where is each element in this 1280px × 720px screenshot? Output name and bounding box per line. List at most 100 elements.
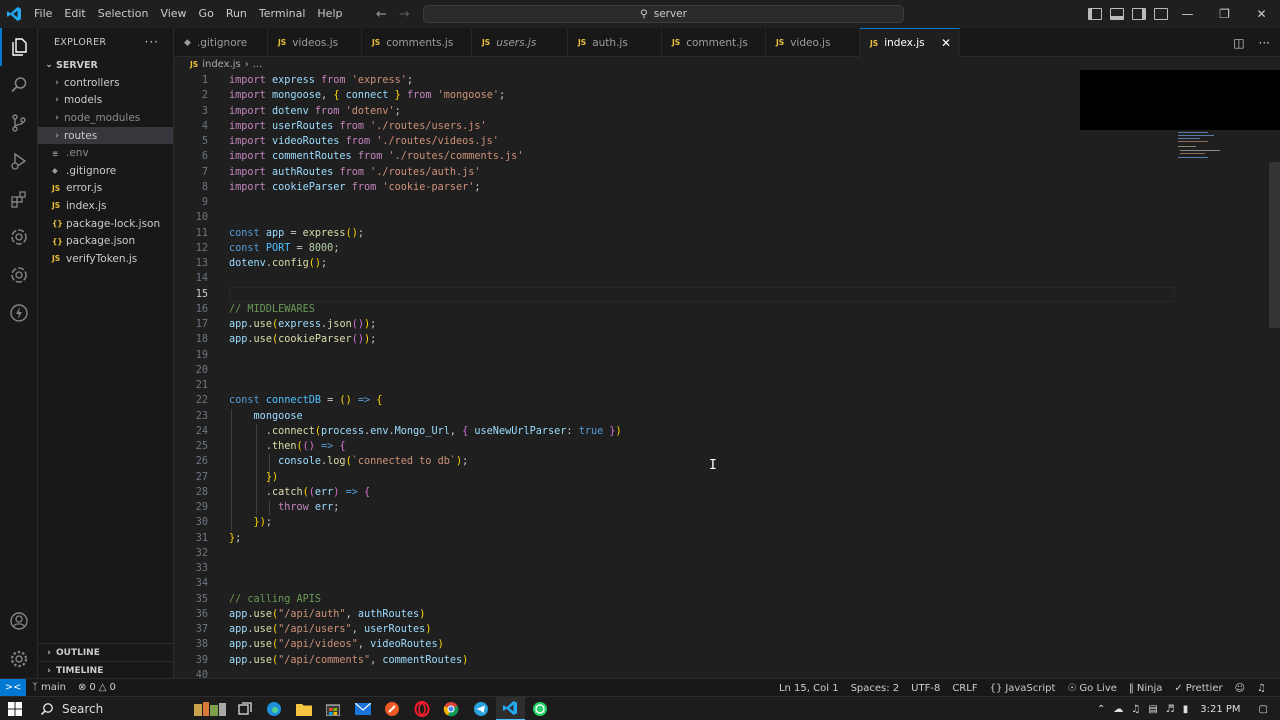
- tree-file-env[interactable]: ≡ .env: [38, 144, 173, 162]
- code-line[interactable]: 15: [174, 287, 1174, 302]
- cursor-position[interactable]: Ln 15, Col 1: [773, 683, 845, 694]
- code-line[interactable]: 29 throw err;: [174, 500, 1174, 515]
- thunder-client-icon[interactable]: [0, 294, 38, 332]
- tree-folder-controllers[interactable]: › controllers: [38, 74, 173, 92]
- breadcrumb-trail[interactable]: ...: [253, 59, 263, 70]
- remote-indicator-icon[interactable]: ><: [0, 678, 26, 697]
- code-line[interactable]: 7 import authRoutes from './routes/auth.j…: [174, 165, 1174, 180]
- code-line[interactable]: 27 }): [174, 470, 1174, 485]
- notification-center-icon[interactable]: ▢: [1259, 704, 1268, 715]
- tab-comment-js[interactable]: JS comment.js: [662, 28, 766, 57]
- search-icon[interactable]: [0, 66, 38, 104]
- customize-layout-icon[interactable]: [1154, 8, 1168, 20]
- tab-index-js[interactable]: JS index.js ✕: [860, 28, 960, 57]
- code-line[interactable]: 34: [174, 576, 1174, 591]
- toggle-sidebar-icon[interactable]: [1088, 8, 1102, 20]
- menu-item-view[interactable]: View: [154, 0, 192, 28]
- chrome-browser-icon[interactable]: [437, 697, 467, 720]
- code-line[interactable]: 4 import userRoutes from './routes/users.…: [174, 119, 1174, 134]
- code-line[interactable]: 2 import mongoose, { connect } from 'mong…: [174, 88, 1174, 103]
- code-line[interactable]: 12 const PORT = 8000;: [174, 241, 1174, 256]
- menu-item-file[interactable]: File: [28, 0, 58, 28]
- task-view-icon[interactable]: [230, 697, 260, 720]
- menu-item-edit[interactable]: Edit: [58, 0, 91, 28]
- forward-arrow-icon[interactable]: →: [399, 7, 410, 22]
- code-line[interactable]: 6 import commentRoutes from './routes/com…: [174, 149, 1174, 164]
- code-line[interactable]: 16 // MIDDLEWARES: [174, 302, 1174, 317]
- outline-section[interactable]: › OUTLINE: [38, 643, 174, 661]
- code-line[interactable]: 13 dotenv.config();: [174, 256, 1174, 271]
- code-line[interactable]: 30 });: [174, 515, 1174, 530]
- account-icon[interactable]: [0, 602, 38, 640]
- editor-scrollbar[interactable]: [1269, 162, 1280, 328]
- code-line[interactable]: 31};: [174, 531, 1174, 546]
- code-line[interactable]: 23 mongoose: [174, 409, 1174, 424]
- tree-file-package-lock-json[interactable]: {} package-lock.json: [38, 215, 173, 233]
- code-line[interactable]: 24 .connect(process.env.Mongo_Url, { use…: [174, 424, 1174, 439]
- code-line[interactable]: 11 const app = express();: [174, 226, 1174, 241]
- explorer-icon[interactable]: [0, 28, 38, 66]
- toggle-secondary-sidebar-icon[interactable]: [1132, 8, 1146, 20]
- tab-close-icon[interactable]: ✕: [941, 36, 951, 50]
- split-editor-icon[interactable]: ◫: [1233, 36, 1244, 50]
- code-line[interactable]: 32: [174, 546, 1174, 561]
- ninja-indicator[interactable]: ‖ Ninja: [1123, 683, 1169, 694]
- problems-indicator[interactable]: ⊗ 0 △ 0: [72, 682, 122, 693]
- opera-browser-icon[interactable]: [407, 697, 437, 720]
- code-line[interactable]: 36 app.use("/api/auth", authRoutes): [174, 607, 1174, 622]
- code-line[interactable]: 28 .catch((err) => {: [174, 485, 1174, 500]
- code-line[interactable]: 38 app.use("/api/videos", videoRoutes): [174, 637, 1174, 652]
- menu-item-run[interactable]: Run: [220, 0, 253, 28]
- tree-folder-routes[interactable]: › routes: [38, 126, 173, 145]
- close-window-icon[interactable]: ✕: [1243, 0, 1280, 28]
- code-line[interactable]: 21: [174, 378, 1174, 393]
- code-line[interactable]: 20: [174, 363, 1174, 378]
- run-debug-icon[interactable]: [0, 142, 38, 180]
- mail-icon[interactable]: [348, 697, 378, 720]
- telegram-icon[interactable]: [466, 697, 496, 720]
- chevron-up-icon[interactable]: ⌃: [1097, 704, 1105, 715]
- tree-file-verifytoken-js[interactable]: JS verifyToken.js: [38, 250, 173, 268]
- source-control-icon[interactable]: [0, 104, 38, 142]
- code-line[interactable]: 37 app.use("/api/users", userRoutes): [174, 622, 1174, 637]
- tree-file-gitignore[interactable]: ◆ .gitignore: [38, 162, 173, 180]
- taskbar-search[interactable]: Search: [30, 698, 190, 720]
- ms-store-icon[interactable]: [319, 697, 349, 720]
- menu-item-terminal[interactable]: Terminal: [253, 0, 312, 28]
- windows-start-icon[interactable]: [0, 697, 30, 720]
- code-line[interactable]: 25 .then(() => {: [174, 439, 1174, 454]
- code-line[interactable]: 22 const connectDB = () => {: [174, 393, 1174, 408]
- taskbar-clock[interactable]: 3:21 PM: [1200, 704, 1240, 715]
- code-editor[interactable]: 1 import express from 'express'; 2 import m…: [174, 72, 1280, 678]
- menu-item-go[interactable]: Go: [193, 0, 220, 28]
- notifications-bell-icon[interactable]: ♫: [1251, 683, 1272, 694]
- code-line[interactable]: 26 console.log(`connected to db`);: [174, 454, 1174, 469]
- tree-folder-models[interactable]: › models: [38, 92, 173, 110]
- toggle-panel-icon[interactable]: [1110, 8, 1124, 20]
- code-line[interactable]: 19: [174, 348, 1174, 363]
- tab-video-js[interactable]: JS video.js: [766, 28, 860, 57]
- whatsapp-icon[interactable]: [525, 697, 555, 720]
- tree-folder-node-modules[interactable]: › node_modules: [38, 109, 173, 127]
- tab-videos-js[interactable]: JS videos.js: [268, 28, 362, 57]
- code-line[interactable]: 40: [174, 668, 1174, 678]
- encoding[interactable]: UTF-8: [905, 683, 946, 694]
- tab-users-js[interactable]: JS users.js: [472, 28, 568, 57]
- microphone-icon[interactable]: ♫: [1131, 704, 1140, 715]
- minimize-icon[interactable]: —: [1169, 0, 1206, 28]
- indentation[interactable]: Spaces: 2: [845, 683, 906, 694]
- code-line[interactable]: 17 app.use(express.json());: [174, 317, 1174, 332]
- minimap[interactable]: [1080, 70, 1280, 130]
- command-center-search[interactable]: ⚲ server: [423, 5, 904, 23]
- git-branch[interactable]: ᛉ main: [26, 682, 72, 693]
- more-actions-icon[interactable]: ···: [145, 35, 159, 49]
- end-of-line[interactable]: CRLF: [946, 683, 983, 694]
- code-line[interactable]: 1 import express from 'express';: [174, 73, 1174, 88]
- prettier-indicator[interactable]: ✓ Prettier: [1168, 683, 1228, 694]
- language-mode[interactable]: {} JavaScript: [984, 683, 1062, 694]
- vscode-taskbar-icon[interactable]: [495, 696, 525, 720]
- volume-icon[interactable]: ♬: [1166, 704, 1175, 715]
- feedback-icon[interactable]: ☺: [1229, 683, 1251, 694]
- timeline-section[interactable]: › TIMELINE: [38, 661, 174, 679]
- tree-file-package-json[interactable]: {} package.json: [38, 232, 173, 250]
